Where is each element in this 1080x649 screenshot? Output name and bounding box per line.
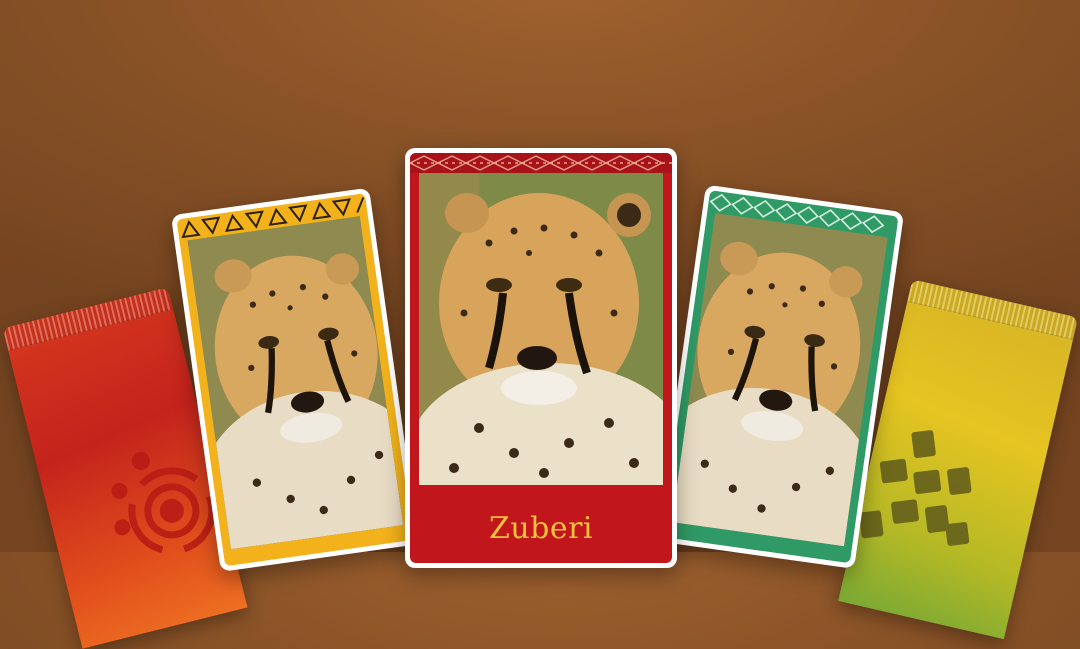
cheetah-photo (187, 216, 404, 550)
cheetah-photo (671, 213, 888, 547)
card-frame (176, 193, 414, 567)
kente-band-pattern (410, 153, 672, 173)
card-showcase: Zuberi (0, 0, 1080, 649)
card-frame: Zuberi (410, 153, 672, 563)
card-featured[interactable]: Zuberi (405, 148, 677, 568)
card-name: Zuberi (488, 511, 594, 546)
cheetah-photo (419, 173, 663, 485)
